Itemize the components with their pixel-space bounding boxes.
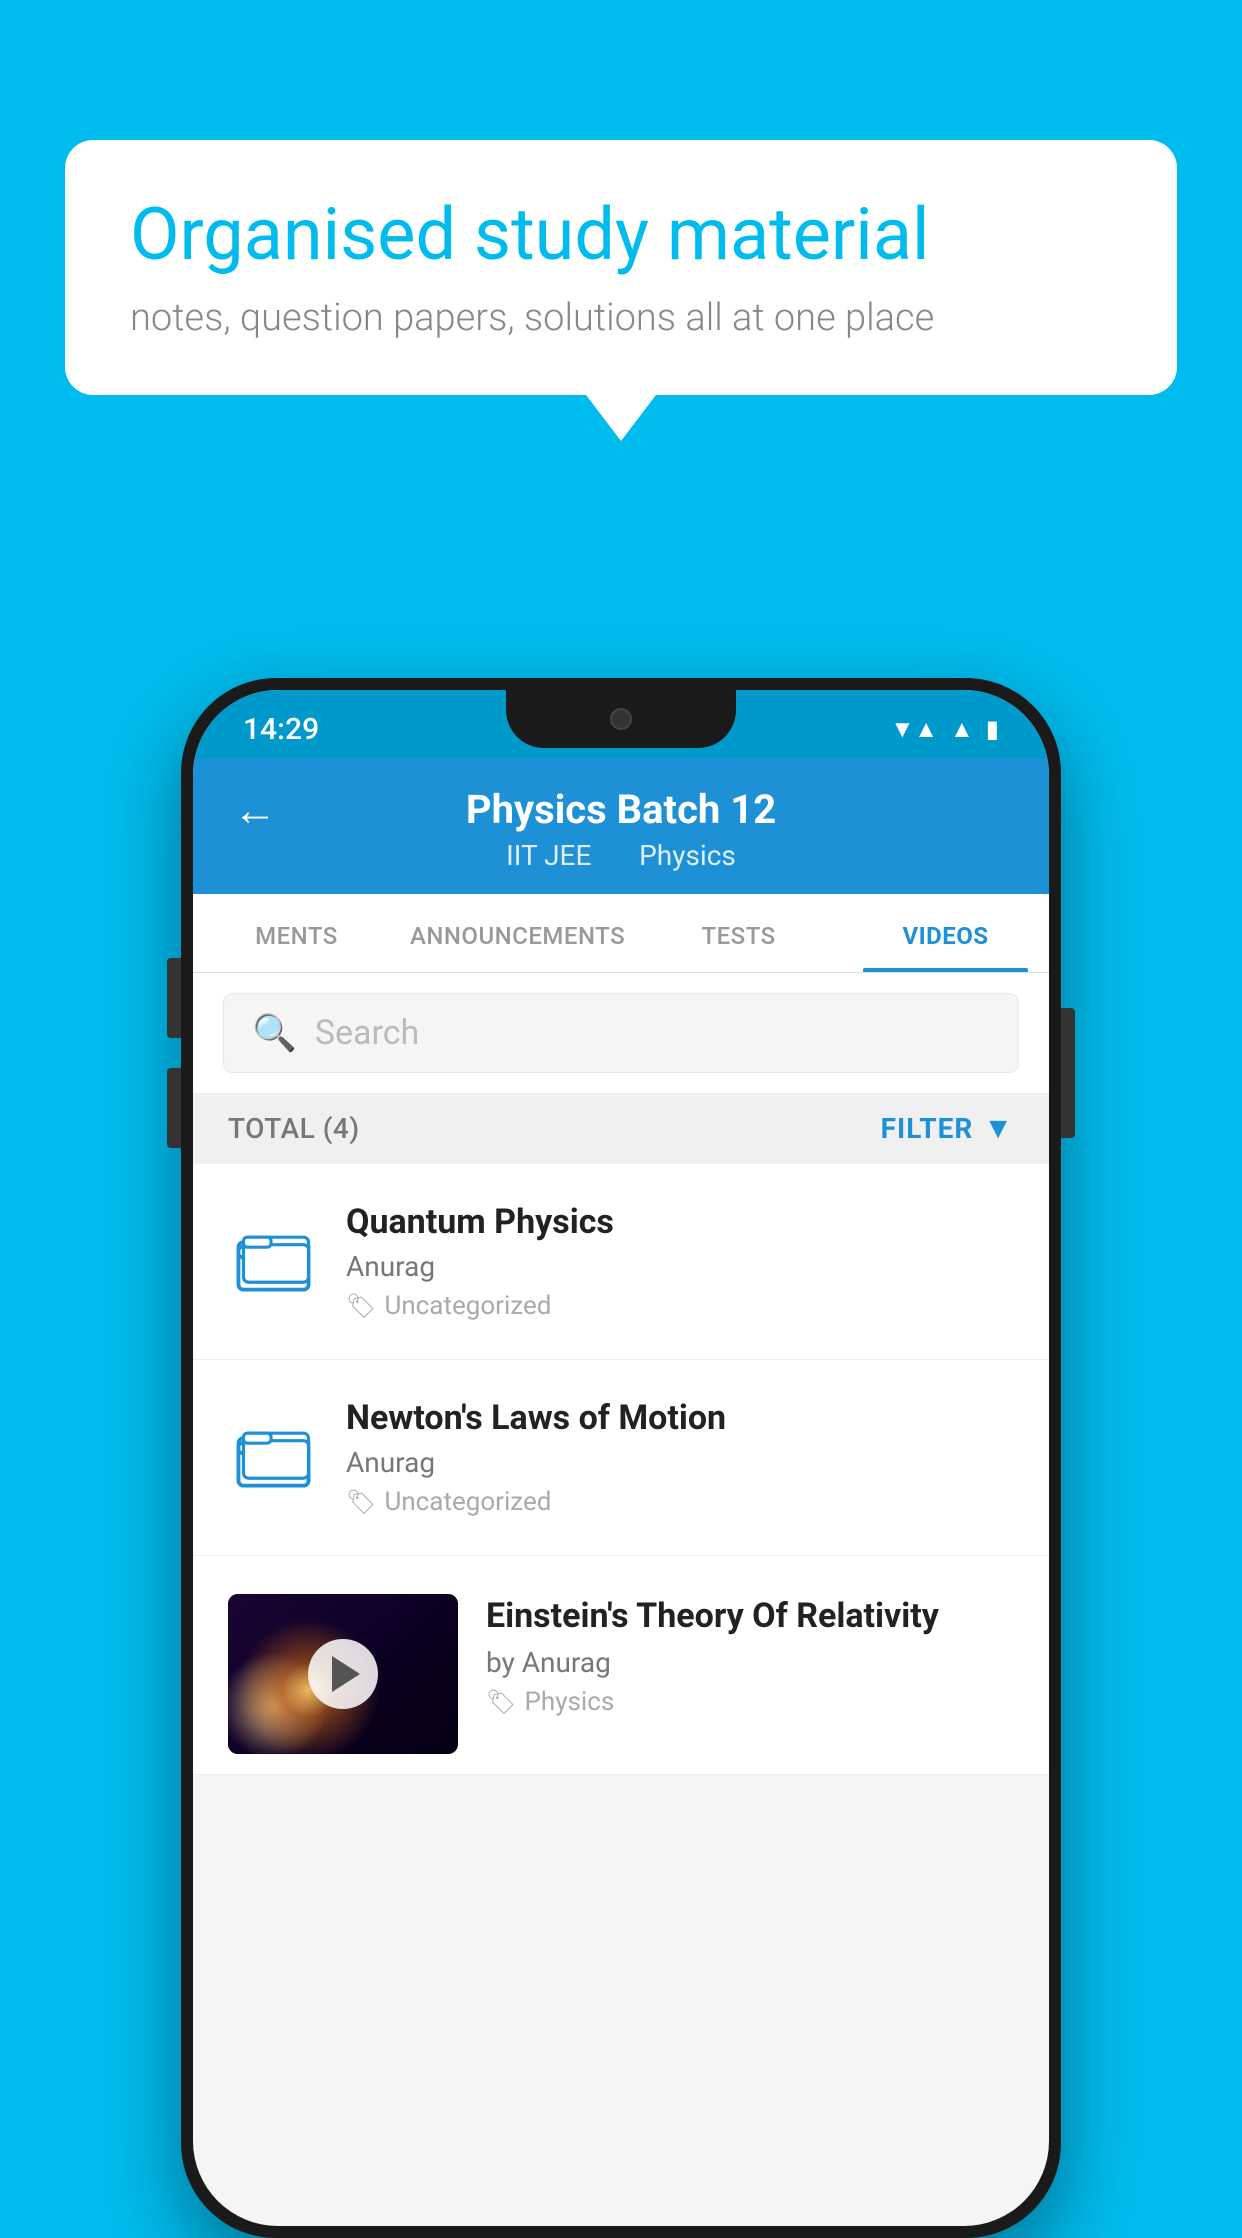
search-icon: 🔍 [252,1012,297,1054]
filter-button[interactable]: FILTER ▼ [881,1111,1014,1146]
video-list: Quantum Physics Anurag 🏷 Uncategorized [193,1164,1049,1775]
list-item[interactable]: Newton's Laws of Motion Anurag 🏷 Uncateg… [193,1360,1049,1556]
speech-bubble-container: Organised study material notes, question… [65,140,1177,395]
item-tag: 🏷 Physics [486,1687,1014,1717]
battery-icon: ▮ [986,715,999,743]
item-author: Anurag [346,1446,1014,1479]
speech-bubble-subtitle: notes, question papers, solutions all at… [130,296,1112,340]
tab-ments[interactable]: MENTS [193,894,400,972]
search-input[interactable]: Search [315,1013,419,1053]
tag-icon: 🏷 [346,1488,376,1516]
item-content: Newton's Laws of Motion Anurag 🏷 Uncateg… [346,1398,1014,1517]
item-tag: 🏷 Uncategorized [346,1487,1014,1517]
tag-label: Uncategorized [384,1291,551,1321]
search-bar[interactable]: 🔍 Search [223,993,1019,1073]
header-subtitle-batch: IIT JEE [506,839,591,872]
list-item[interactable]: Quantum Physics Anurag 🏷 Uncategorized [193,1164,1049,1360]
play-button[interactable] [308,1639,378,1709]
item-author: Anurag [346,1250,1014,1283]
phone-volume-up-button [167,958,181,1038]
total-count: TOTAL (4) [228,1112,360,1145]
phone-volume-down-button [167,1068,181,1148]
tab-announcements[interactable]: ANNOUNCEMENTS [400,894,635,972]
filter-label: FILTER [881,1112,974,1145]
filter-icon: ▼ [983,1111,1014,1146]
video-thumbnail [228,1594,458,1754]
speech-bubble: Organised study material notes, question… [65,140,1177,395]
wifi-icon: ▼▲ [891,715,939,744]
search-container: 🔍 Search [193,973,1049,1093]
phone-frame: 14:29 ▼▲ ▲ ▮ ← Physics Batch 12 IIT JEE … [181,678,1061,2238]
play-icon [332,1656,360,1692]
list-item[interactable]: Einstein's Theory Of Relativity by Anura… [193,1556,1049,1775]
status-time: 14:29 [243,702,319,747]
tag-icon: 🏷 [346,1292,376,1320]
header-subtitle: IIT JEE Physics [496,839,746,872]
tab-videos[interactable]: VIDEOS [842,894,1049,972]
item-title: Einstein's Theory Of Relativity [486,1594,1014,1638]
signal-icon: ▲ [950,715,974,744]
tag-icon: 🏷 [486,1688,516,1716]
item-author: by Anurag [486,1646,1014,1679]
status-icons: ▼▲ ▲ ▮ [891,705,1000,744]
back-button[interactable]: ← [233,784,277,836]
tab-bar: MENTS ANNOUNCEMENTS TESTS VIDEOS [193,894,1049,973]
phone-power-button [1061,1008,1075,1138]
item-content: Quantum Physics Anurag 🏷 Uncategorized [346,1202,1014,1321]
tab-tests[interactable]: TESTS [635,894,842,972]
header-subtitle-subject: Physics [639,839,736,872]
item-content: Einstein's Theory Of Relativity by Anura… [486,1594,1014,1717]
item-title: Newton's Laws of Motion [346,1398,1014,1438]
tag-label: Uncategorized [384,1487,551,1517]
item-title: Quantum Physics [346,1202,1014,1242]
app-header: ← Physics Batch 12 IIT JEE Physics [193,758,1049,894]
front-camera [610,708,632,730]
tag-label: Physics [524,1687,614,1717]
header-top: ← Physics Batch 12 [233,786,1009,833]
phone-notch [506,690,736,748]
filter-bar: TOTAL (4) FILTER ▼ [193,1093,1049,1164]
page-title: Physics Batch 12 [466,786,776,833]
item-tag: 🏷 Uncategorized [346,1291,1014,1321]
speech-bubble-title: Organised study material [130,195,1112,274]
item-folder-icon [228,1413,318,1503]
item-folder-icon [228,1217,318,1307]
phone-screen: 14:29 ▼▲ ▲ ▮ ← Physics Batch 12 IIT JEE … [193,690,1049,2226]
